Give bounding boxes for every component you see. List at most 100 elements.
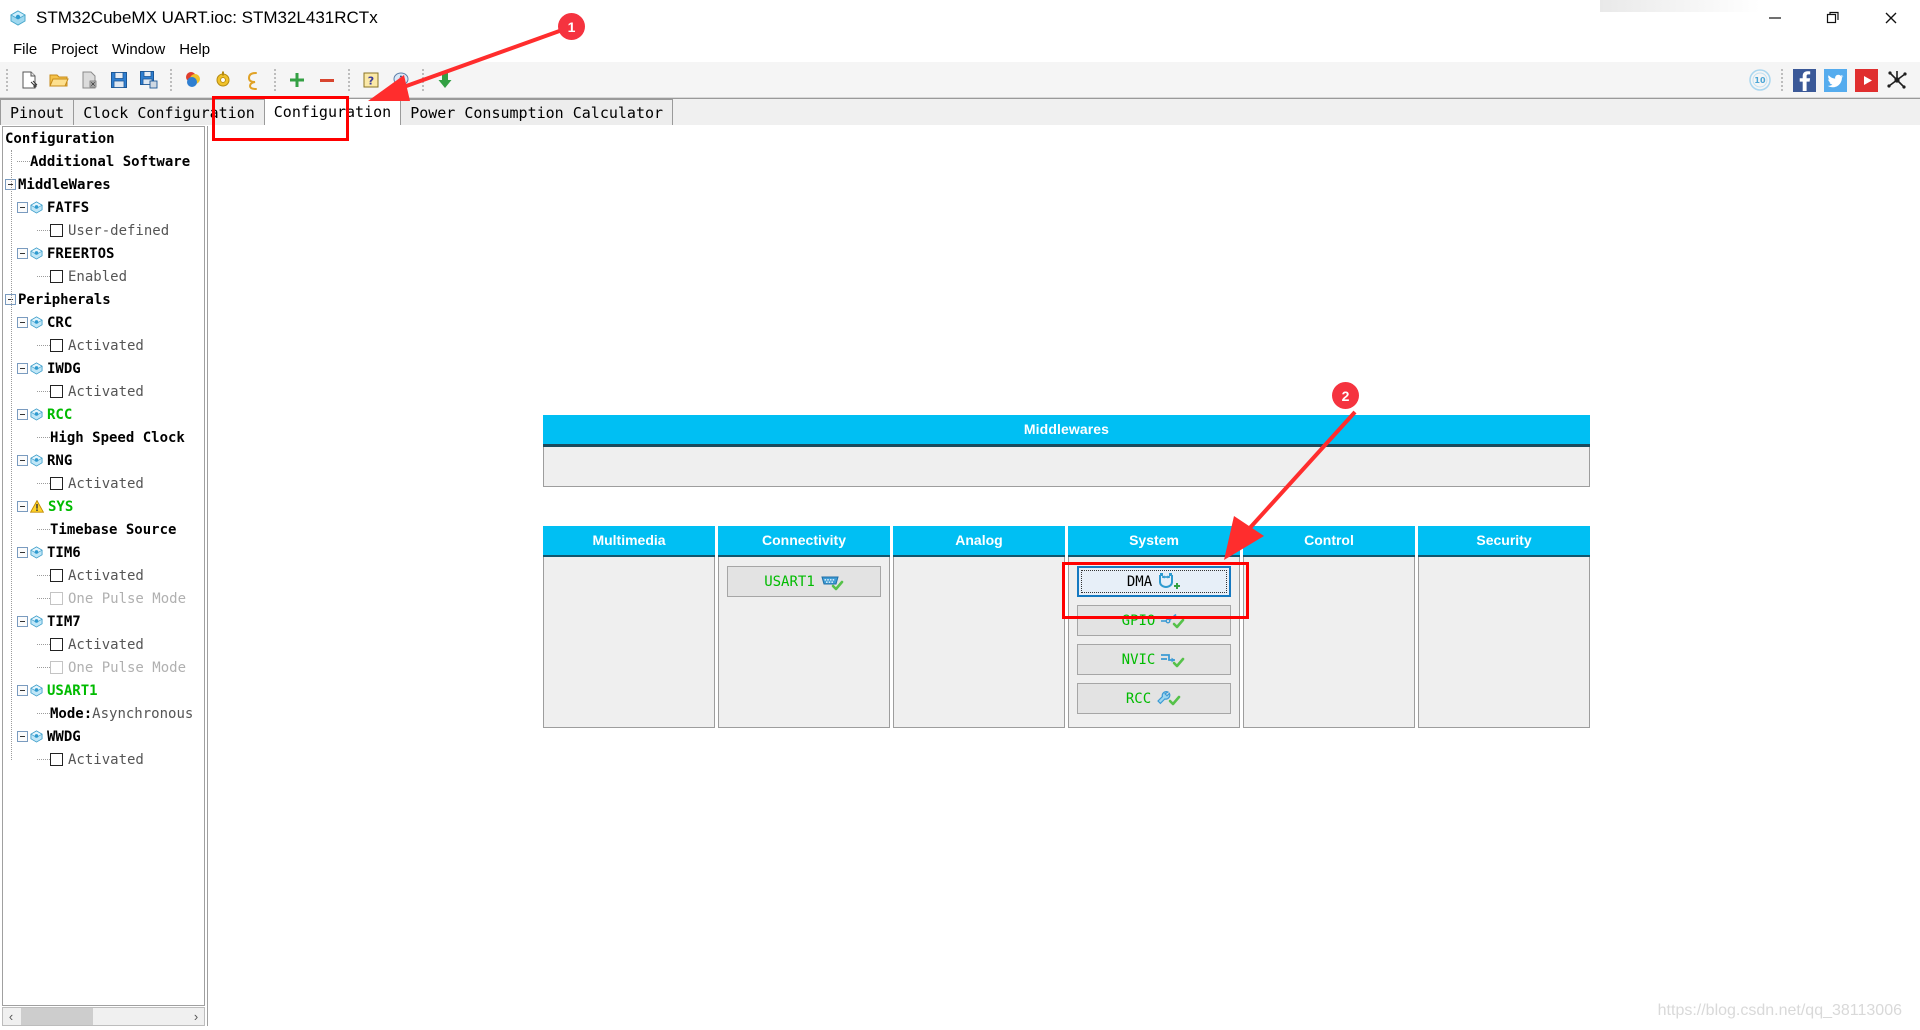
tree-item-label: Activated xyxy=(68,475,144,492)
tree-expander-collapse-icon[interactable] xyxy=(17,202,28,213)
peripheral-button-gpio[interactable]: GPIO xyxy=(1077,605,1231,636)
menu-project[interactable]: Project xyxy=(44,39,105,60)
tree-item-iwdg[interactable]: IWDG xyxy=(3,357,204,380)
tree-item-mode-asynchronous[interactable]: Mode:Asynchronous xyxy=(3,702,204,725)
st-badge-10-icon[interactable]: 10 xyxy=(1747,67,1773,93)
watermark-text: https://blog.csdn.net/qq_38113006 xyxy=(1657,1002,1902,1019)
tab-pinout[interactable]: Pinout xyxy=(0,99,75,125)
about-icon[interactable]: i xyxy=(388,67,414,93)
help-icon[interactable]: ? xyxy=(358,67,384,93)
tree-item-label: Activated xyxy=(68,751,144,768)
tree-item-usart1[interactable]: USART1 xyxy=(3,679,204,702)
tab-clock-configuration[interactable]: Clock Configuration xyxy=(73,99,265,125)
tree-expander-collapse-icon[interactable] xyxy=(17,547,28,558)
tree-checkbox[interactable] xyxy=(50,753,63,766)
zoom-out-icon[interactable] xyxy=(314,67,340,93)
tree-checkbox[interactable] xyxy=(50,270,63,283)
tree-item-fatfs[interactable]: FATFS xyxy=(3,196,204,219)
generate-code-icon[interactable] xyxy=(240,67,266,93)
main-tabstrip: Pinout Clock Configuration Configuration… xyxy=(0,98,1920,125)
menu-file[interactable]: File xyxy=(6,39,44,60)
tree-expander-collapse-icon[interactable] xyxy=(17,616,28,627)
tree-item-crc[interactable]: CRC xyxy=(3,311,204,334)
tree-item-additional-software[interactable]: Additional Software xyxy=(3,150,204,173)
twitter-icon[interactable] xyxy=(1824,68,1847,92)
tab-configuration[interactable]: Configuration xyxy=(263,98,402,125)
tree-item-label: Activated xyxy=(68,337,144,354)
annotation-badge-2: 2 xyxy=(1332,382,1359,409)
tree-item-activated[interactable]: Activated xyxy=(3,334,204,357)
toolbar-separator xyxy=(348,68,350,91)
tree-item-timebase-source[interactable]: Timebase Source xyxy=(3,518,204,541)
tree-item-activated[interactable]: Activated xyxy=(3,472,204,495)
settings-icon[interactable] xyxy=(210,67,236,93)
tree-expander-collapse-icon[interactable] xyxy=(17,455,28,466)
save-project-as-icon[interactable] xyxy=(136,67,162,93)
tree-item-tim6[interactable]: TIM6 xyxy=(3,541,204,564)
tree-checkbox[interactable] xyxy=(50,339,63,352)
tree-item-configuration[interactable]: Configuration xyxy=(3,127,204,150)
tree-item-freertos[interactable]: FREERTOS xyxy=(3,242,204,265)
update-icon[interactable] xyxy=(432,67,458,93)
tree-horizontal-scrollbar[interactable]: ‹ › xyxy=(2,1007,205,1026)
zoom-in-icon[interactable] xyxy=(284,67,310,93)
annotation-badge-1: 1 xyxy=(558,13,585,40)
tree-expander-collapse-icon[interactable] xyxy=(17,363,28,374)
menu-window[interactable]: Window xyxy=(105,39,172,60)
new-project-icon[interactable] xyxy=(16,67,42,93)
tree-item-one-pulse-mode[interactable]: One Pulse Mode xyxy=(3,587,204,610)
scroll-track[interactable] xyxy=(19,1008,188,1025)
tree-checkbox[interactable] xyxy=(50,477,63,490)
tree-expander-collapse-icon[interactable] xyxy=(17,409,28,420)
column-connectivity: Connectivity USART1 xyxy=(718,526,890,728)
peripheral-button-nvic[interactable]: NVIC xyxy=(1077,644,1231,675)
tree-expander-collapse-icon[interactable] xyxy=(17,248,28,259)
peripheral-button-dma[interactable]: DMA xyxy=(1077,566,1231,597)
peripheral-button-usart1[interactable]: USART1 xyxy=(727,566,881,597)
save-project-icon[interactable] xyxy=(106,67,132,93)
maximize-button[interactable] xyxy=(1804,0,1862,36)
menu-help[interactable]: Help xyxy=(172,39,217,60)
tree-item-tim7[interactable]: TIM7 xyxy=(3,610,204,633)
tree-expander-collapse-icon[interactable] xyxy=(17,685,28,696)
generate-report-icon[interactable] xyxy=(180,67,206,93)
column-header-system: System xyxy=(1068,526,1240,557)
tree-expander-collapse-icon[interactable] xyxy=(17,501,28,512)
tree-checkbox[interactable] xyxy=(50,224,63,237)
scroll-right-icon[interactable]: › xyxy=(188,1008,204,1025)
peripheral-button-rcc[interactable]: RCC xyxy=(1077,683,1231,714)
scroll-left-icon[interactable]: ‹ xyxy=(3,1008,19,1025)
youtube-icon[interactable] xyxy=(1855,68,1878,92)
peripheral-cube-icon xyxy=(30,201,43,214)
close-button[interactable] xyxy=(1862,0,1920,36)
tree-item-middlewares[interactable]: MiddleWares xyxy=(3,173,204,196)
tree-item-activated[interactable]: Activated xyxy=(3,564,204,587)
tree-item-peripherals[interactable]: Peripherals xyxy=(3,288,204,311)
st-community-icon[interactable] xyxy=(1884,67,1910,93)
tree-item-rng[interactable]: RNG xyxy=(3,449,204,472)
tree-item-sys[interactable]: SYS xyxy=(3,495,204,518)
tree-item-activated[interactable]: Activated xyxy=(3,633,204,656)
tree-item-high-speed-clock[interactable]: High Speed Clock xyxy=(3,426,204,449)
tree-item-activated[interactable]: Activated xyxy=(3,380,204,403)
tree-item-rcc[interactable]: RCC xyxy=(3,403,204,426)
tree-item-user-defined[interactable]: User-defined xyxy=(3,219,204,242)
tab-power-consumption-calculator[interactable]: Power Consumption Calculator xyxy=(400,99,674,125)
title-bar: STM32CubeMX UART.ioc: STM32L431RCTx xyxy=(0,0,1920,36)
open-project-icon[interactable] xyxy=(46,67,72,93)
tree-item-wwdg[interactable]: WWDG xyxy=(3,725,204,748)
tree-item-one-pulse-mode[interactable]: One Pulse Mode xyxy=(3,656,204,679)
tree-checkbox xyxy=(50,592,63,605)
tree-checkbox[interactable] xyxy=(50,569,63,582)
tree-branch-line xyxy=(37,713,50,714)
facebook-icon[interactable] xyxy=(1793,68,1816,92)
peripheral-cube-icon xyxy=(30,316,43,329)
tree-expander-collapse-icon[interactable] xyxy=(17,317,28,328)
tree-item-enabled[interactable]: Enabled xyxy=(3,265,204,288)
scroll-thumb[interactable] xyxy=(21,1008,93,1025)
tree-checkbox[interactable] xyxy=(50,638,63,651)
tree-checkbox[interactable] xyxy=(50,385,63,398)
tree-expander-collapse-icon[interactable] xyxy=(17,731,28,742)
tree-item-activated[interactable]: Activated xyxy=(3,748,204,771)
close-project-icon[interactable] xyxy=(76,67,102,93)
